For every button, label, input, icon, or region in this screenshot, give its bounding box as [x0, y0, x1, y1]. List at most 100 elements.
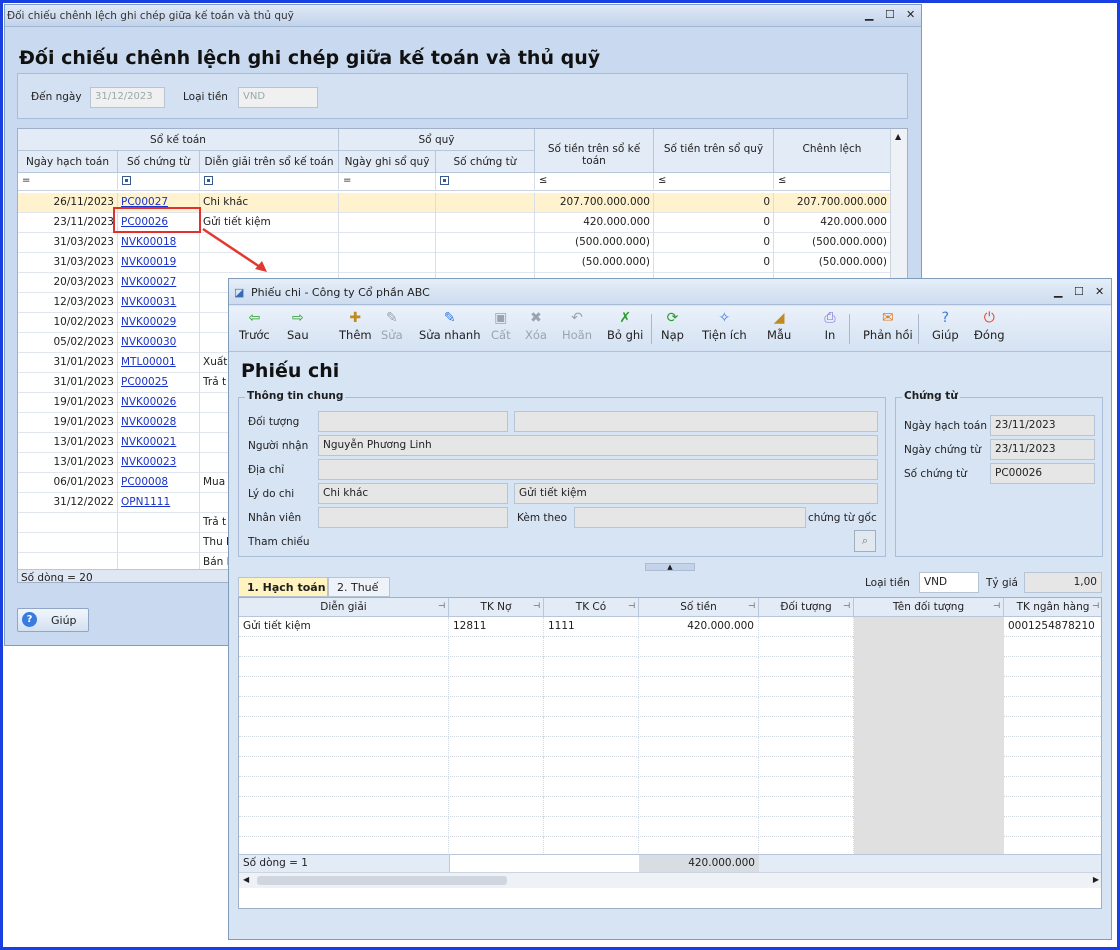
col-so-tien-quy-header[interactable]: Số tiền trên sổ quỹ — [654, 129, 774, 173]
minimize-icon[interactable]: ▁ — [1054, 285, 1062, 298]
voucher-link[interactable]: NVK00029 — [121, 316, 176, 328]
table-cell[interactable] — [639, 697, 759, 717]
filter-cell[interactable] — [118, 173, 200, 191]
table-cell[interactable] — [239, 677, 449, 697]
table-cell[interactable] — [759, 637, 854, 657]
den-ngay-field[interactable]: 31/12/2023 — [90, 87, 165, 108]
pin-icon[interactable]: ⊣ — [438, 601, 445, 610]
table-cell[interactable]: 12811 — [449, 617, 544, 637]
col-doi-tuong-header[interactable]: Đối tượng ⊣ — [759, 598, 854, 617]
loai-tien-field[interactable]: VND — [238, 87, 318, 108]
table-cell[interactable] — [239, 777, 449, 797]
pin-icon[interactable]: ⊣ — [628, 601, 635, 610]
table-cell[interactable] — [1004, 677, 1101, 697]
col-tk-co-header[interactable]: TK Có ⊣ — [544, 598, 639, 617]
unpost-button[interactable]: ✗ Bỏ ghi — [607, 310, 643, 342]
table-cell[interactable] — [759, 697, 854, 717]
table-cell[interactable] — [449, 637, 544, 657]
table-cell[interactable] — [1004, 777, 1101, 797]
postpone-button[interactable]: ↶ Hoãn — [562, 310, 592, 342]
pin-icon[interactable]: ⊣ — [748, 601, 755, 610]
close-button[interactable]: ⏻ Đóng — [974, 310, 1005, 342]
reference-search-icon[interactable]: ⌕ — [854, 530, 876, 552]
next-button[interactable]: ⇨ Sau — [287, 310, 309, 342]
nhan-vien-field[interactable] — [318, 507, 508, 528]
table-cell[interactable] — [1004, 697, 1101, 717]
table-cell[interactable]: 0001254878210 — [1004, 617, 1101, 637]
table-cell[interactable] — [639, 817, 759, 837]
voucher-link[interactable]: NVK00027 — [121, 276, 176, 288]
table-cell[interactable] — [639, 677, 759, 697]
table-cell[interactable] — [239, 737, 449, 757]
table-cell[interactable]: 1111 — [544, 617, 639, 637]
tab-thue[interactable]: 2. Thuế — [328, 577, 390, 597]
table-cell[interactable] — [449, 717, 544, 737]
col-so-tien-ke-toan-header[interactable]: Số tiền trên sổ kế toán — [535, 129, 654, 173]
table-cell[interactable] — [759, 717, 854, 737]
table-cell[interactable] — [449, 757, 544, 777]
table-cell[interactable] — [239, 657, 449, 677]
col-tk-ngan-hang-header[interactable]: TK ngân hàng ⊣ — [1004, 598, 1101, 617]
voucher-link[interactable]: NVK00031 — [121, 296, 176, 308]
filter-cell[interactable]: ≤ — [774, 173, 891, 191]
voucher-link[interactable]: OPN1111 — [121, 496, 170, 508]
table-cell[interactable] — [449, 677, 544, 697]
table-cell[interactable]: Gửi tiết kiệm — [239, 617, 449, 637]
maximize-icon[interactable]: ☐ — [885, 8, 895, 21]
horizontal-scrollbar[interactable]: ◀ ▶ — [239, 872, 1101, 888]
table-cell[interactable] — [759, 817, 854, 837]
table-cell[interactable] — [639, 717, 759, 737]
table-cell[interactable] — [759, 777, 854, 797]
reload-button[interactable]: ⟳ Nạp — [661, 310, 684, 342]
table-cell[interactable] — [544, 717, 639, 737]
table-cell[interactable]: 420.000.000 — [639, 617, 759, 637]
pin-icon[interactable]: ⊣ — [843, 601, 850, 610]
table-cell[interactable] — [1004, 657, 1101, 677]
table-cell[interactable] — [239, 697, 449, 717]
table-cell[interactable] — [639, 637, 759, 657]
table-cell[interactable] — [639, 777, 759, 797]
table-cell[interactable] — [544, 737, 639, 757]
table-cell[interactable] — [639, 657, 759, 677]
maximize-icon[interactable]: ☐ — [1074, 285, 1084, 298]
table-cell[interactable] — [759, 737, 854, 757]
table-row[interactable]: 31/03/2023 NVK00018 (500.000.000) 0 (500.000… — [18, 233, 891, 253]
voucher-link[interactable]: NVK00021 — [121, 436, 176, 448]
table-cell[interactable] — [759, 657, 854, 677]
voucher-link[interactable]: NVK00019 — [121, 256, 176, 268]
table-cell[interactable] — [544, 797, 639, 817]
table-cell[interactable] — [239, 817, 449, 837]
voucher-link[interactable]: NVK00023 — [121, 456, 176, 468]
table-cell[interactable] — [239, 757, 449, 777]
col-so-tien-header[interactable]: Số tiền ⊣ — [639, 598, 759, 617]
col-dien-giai-header[interactable]: Diễn giải ⊣ — [239, 598, 449, 617]
table-row[interactable]: 31/03/2023 NVK00019 (50.000.000) 0 (50.000.0… — [18, 253, 891, 273]
scroll-right-icon[interactable]: ▶ — [1093, 875, 1099, 884]
table-cell[interactable] — [759, 797, 854, 817]
save-button[interactable]: ▣ Cất — [491, 310, 511, 342]
table-cell[interactable] — [239, 797, 449, 817]
doi-tuong-name-field[interactable] — [514, 411, 878, 432]
nguoi-nhan-field[interactable]: Nguyễn Phương Linh — [318, 435, 878, 456]
prev-button[interactable]: ⇦ Trước — [239, 310, 270, 342]
table-cell[interactable] — [1004, 637, 1101, 657]
template-button[interactable]: ◢ Mẫu — [767, 310, 791, 342]
help-button[interactable]: ? Giúp — [932, 310, 959, 342]
table-cell[interactable] — [544, 817, 639, 837]
collapse-handle[interactable]: ▲ — [645, 563, 695, 571]
scroll-left-icon[interactable]: ◀ — [243, 875, 249, 884]
ly-do-desc-field[interactable]: Gửi tiết kiệm — [514, 483, 878, 504]
table-cell[interactable] — [759, 757, 854, 777]
voucher-link[interactable]: NVK00018 — [121, 236, 176, 248]
close-icon[interactable]: ✕ — [1095, 285, 1104, 298]
table-cell[interactable] — [544, 637, 639, 657]
table-cell[interactable] — [449, 817, 544, 837]
filter-cell[interactable]: ≤ — [535, 173, 654, 191]
col-so-chung-tu-header[interactable]: Số chứng từ — [118, 151, 200, 173]
voucher-link[interactable]: NVK00028 — [121, 416, 176, 428]
table-cell[interactable] — [449, 657, 544, 677]
minimize-icon[interactable]: ▁ — [865, 8, 873, 21]
filter-cell[interactable] — [200, 173, 339, 191]
table-cell[interactable] — [759, 617, 854, 637]
table-cell[interactable] — [759, 677, 854, 697]
